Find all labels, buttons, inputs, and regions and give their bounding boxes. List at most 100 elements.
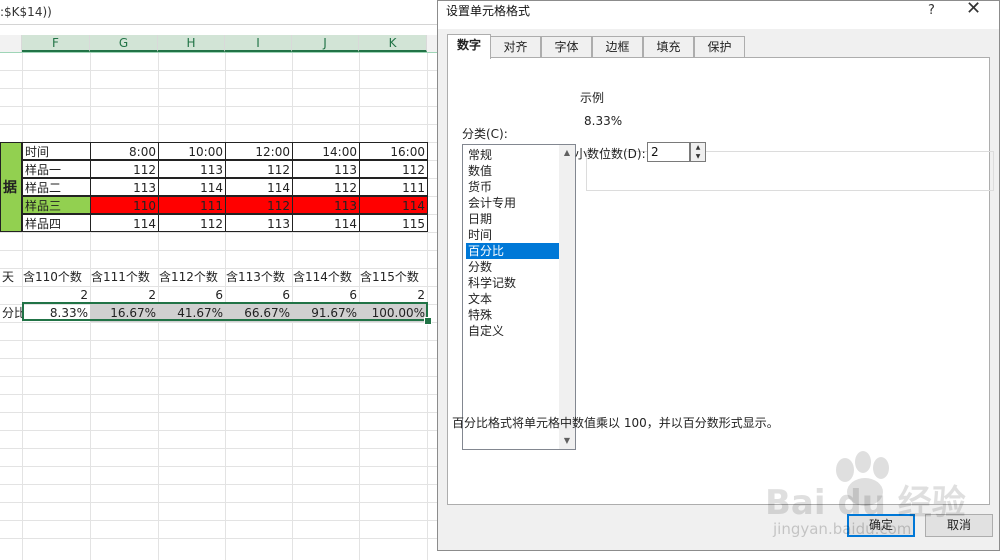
table-cell[interactable]: 样品一 bbox=[22, 160, 91, 178]
table-cell[interactable]: 114 bbox=[90, 214, 159, 232]
fill-handle[interactable] bbox=[424, 317, 432, 325]
count-header-cell[interactable]: 含110个数 bbox=[22, 268, 90, 286]
category-scrollbar[interactable]: ▲ ▼ bbox=[559, 145, 575, 449]
category-item[interactable]: 时间 bbox=[466, 227, 559, 243]
column-header-g[interactable]: G bbox=[90, 35, 158, 52]
count-row-label[interactable]: 天 bbox=[0, 268, 22, 286]
category-item[interactable]: 会计专用 bbox=[466, 195, 559, 211]
format-cells-dialog: 设置单元格格式 ? ✕ 数字 对齐 字体 边框 填充 保护 分类(C): 常规 … bbox=[437, 0, 1000, 551]
percent-value-cell[interactable]: 91.67% bbox=[292, 304, 359, 322]
category-item[interactable]: 自定义 bbox=[466, 323, 559, 339]
tab-font[interactable]: 字体 bbox=[541, 36, 592, 57]
column-header-f[interactable]: F bbox=[22, 35, 90, 52]
count-header-cell[interactable]: 含112个数 bbox=[158, 268, 225, 286]
scroll-down-icon[interactable]: ▼ bbox=[559, 433, 575, 449]
side-label: 据 bbox=[3, 180, 17, 196]
percent-value-cell[interactable]: 8.33% bbox=[22, 304, 90, 322]
help-icon[interactable]: ? bbox=[928, 1, 935, 21]
category-item[interactable]: 日期 bbox=[466, 211, 559, 227]
count-header-cell[interactable]: 含111个数 bbox=[90, 268, 158, 286]
category-item[interactable]: 科学记数 bbox=[466, 275, 559, 291]
count-value-cell[interactable]: 6 bbox=[292, 286, 359, 304]
column-header: F G H I J K bbox=[0, 35, 440, 53]
decimal-places-label: 小数位数(D): bbox=[575, 147, 646, 161]
column-header-j[interactable]: J bbox=[292, 35, 359, 52]
count-value-cell[interactable]: 2 bbox=[90, 286, 158, 304]
table-cell[interactable]: 112 bbox=[158, 214, 226, 232]
dialog-title: 设置单元格格式 bbox=[446, 4, 531, 18]
decimal-places-stepper[interactable]: ▲ ▼ bbox=[690, 142, 706, 162]
table-cell[interactable]: 111 bbox=[359, 178, 428, 196]
tab-protection[interactable]: 保护 bbox=[694, 36, 745, 57]
table-cell-highlighted[interactable]: 110 bbox=[90, 196, 159, 214]
table-header-cell[interactable]: 14:00 bbox=[292, 142, 360, 160]
table-cell[interactable]: 113 bbox=[292, 160, 360, 178]
column-header-i[interactable]: I bbox=[225, 35, 292, 52]
table-cell-highlighted[interactable]: 112 bbox=[225, 196, 293, 214]
percent-value-cell[interactable]: 41.67% bbox=[158, 304, 225, 322]
category-list[interactable]: 常规 数值 货币 会计专用 日期 时间 百分比 分数 科学记数 文本 特殊 自定… bbox=[462, 144, 576, 450]
number-tab-panel: 分类(C): 常规 数值 货币 会计专用 日期 时间 百分比 分数 科学记数 文… bbox=[447, 57, 994, 505]
table-cell[interactable]: 113 bbox=[225, 214, 293, 232]
table-cell[interactable]: 114 bbox=[292, 214, 360, 232]
tab-alignment[interactable]: 对齐 bbox=[490, 36, 541, 57]
tab-border[interactable]: 边框 bbox=[592, 36, 643, 57]
count-value-cell[interactable]: 2 bbox=[22, 286, 90, 304]
category-item[interactable]: 货币 bbox=[466, 179, 559, 195]
close-icon[interactable]: ✕ bbox=[966, 0, 981, 19]
table-cell[interactable]: 113 bbox=[158, 160, 226, 178]
category-item[interactable]: 数值 bbox=[466, 163, 559, 179]
cancel-button[interactable]: 取消 bbox=[925, 514, 993, 537]
table-cell-highlighted[interactable]: 114 bbox=[359, 196, 428, 214]
spin-up-icon[interactable]: ▲ bbox=[691, 143, 705, 152]
table-header-cell[interactable]: 10:00 bbox=[158, 142, 226, 160]
sample-value: 8.33% bbox=[584, 114, 623, 128]
table-cell[interactable]: 样品二 bbox=[22, 178, 91, 196]
decimal-places-input[interactable]: 2 bbox=[647, 142, 690, 162]
scroll-up-icon[interactable]: ▲ bbox=[559, 145, 575, 161]
percent-row-label[interactable]: 分比 bbox=[0, 304, 22, 322]
count-header-cell[interactable]: 含113个数 bbox=[225, 268, 292, 286]
data-side-block[interactable]: 据 bbox=[0, 142, 22, 232]
table-cell[interactable]: 113 bbox=[90, 178, 159, 196]
formula-bar[interactable]: :$K$14)) bbox=[0, 0, 440, 25]
table-cell[interactable]: 114 bbox=[225, 178, 293, 196]
category-item-selected[interactable]: 百分比 bbox=[466, 243, 559, 259]
category-item[interactable]: 分数 bbox=[466, 259, 559, 275]
table-cell[interactable]: 112 bbox=[359, 160, 428, 178]
category-item[interactable]: 文本 bbox=[466, 291, 559, 307]
table-cell[interactable]: 112 bbox=[292, 178, 360, 196]
table-cell-highlighted[interactable]: 113 bbox=[292, 196, 360, 214]
table-header-cell[interactable]: 12:00 bbox=[225, 142, 293, 160]
count-header-cell[interactable]: 含115个数 bbox=[359, 268, 427, 286]
category-item[interactable]: 特殊 bbox=[466, 307, 559, 323]
table-cell[interactable]: 样品四 bbox=[22, 214, 91, 232]
table-cell[interactable]: 114 bbox=[158, 178, 226, 196]
percent-value-cell[interactable]: 16.67% bbox=[90, 304, 158, 322]
tab-fill[interactable]: 填充 bbox=[643, 36, 694, 57]
ok-button[interactable]: 确定 bbox=[847, 514, 915, 537]
column-header-h[interactable]: H bbox=[158, 35, 225, 52]
count-value-cell[interactable]: 6 bbox=[158, 286, 225, 304]
category-item[interactable]: 常规 bbox=[466, 147, 559, 163]
table-cell[interactable]: 112 bbox=[90, 160, 159, 178]
percent-value-cell[interactable]: 100.00% bbox=[359, 304, 427, 322]
column-header-k[interactable]: K bbox=[359, 35, 427, 52]
spin-down-icon[interactable]: ▼ bbox=[691, 152, 705, 161]
column-header-blank bbox=[0, 35, 22, 52]
count-value-cell[interactable]: 2 bbox=[359, 286, 427, 304]
format-description: 百分比格式将单元格中数值乘以 100，并以百分数形式显示。 bbox=[452, 416, 779, 430]
table-cell-highlighted[interactable]: 111 bbox=[158, 196, 226, 214]
count-value-cell[interactable]: 6 bbox=[225, 286, 292, 304]
count-header-cell[interactable]: 含114个数 bbox=[292, 268, 359, 286]
table-header-cell[interactable]: 时间 bbox=[22, 142, 91, 160]
table-header-cell[interactable]: 8:00 bbox=[90, 142, 159, 160]
percent-value-cell[interactable]: 66.67% bbox=[225, 304, 292, 322]
dialog-titlebar[interactable]: 设置单元格格式 ? ✕ bbox=[438, 0, 999, 29]
formula-text: :$K$14)) bbox=[0, 5, 52, 19]
table-cell[interactable]: 样品三 bbox=[22, 196, 91, 214]
table-cell[interactable]: 115 bbox=[359, 214, 428, 232]
table-header-cell[interactable]: 16:00 bbox=[359, 142, 428, 160]
tab-number[interactable]: 数字 bbox=[447, 34, 491, 59]
table-cell[interactable]: 112 bbox=[225, 160, 293, 178]
